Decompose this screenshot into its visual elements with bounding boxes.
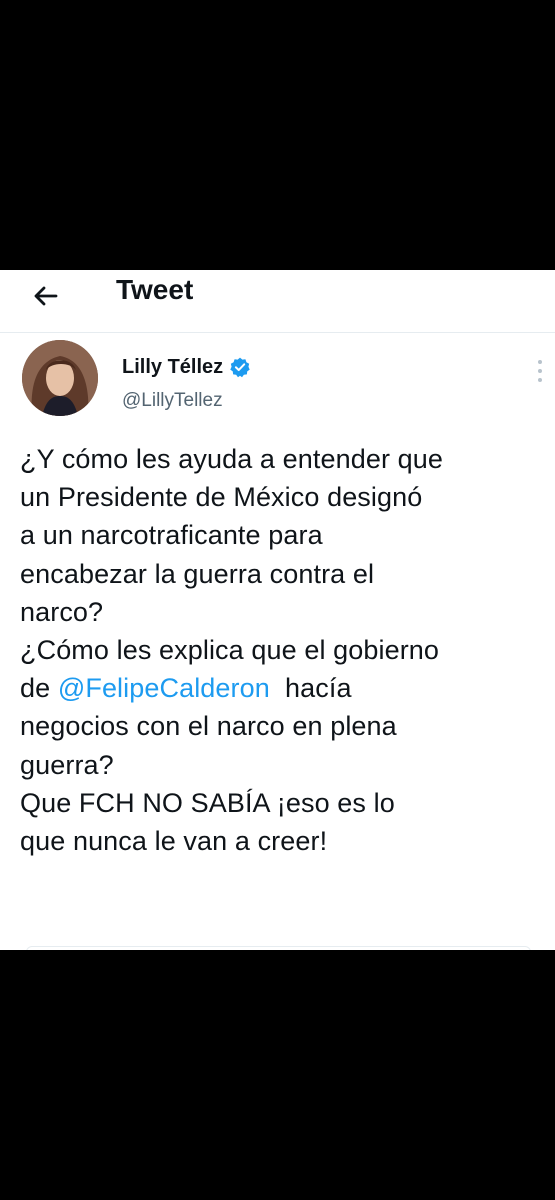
- tweet-text-line: Que FCH NO SABÍA ¡eso es lo: [20, 787, 395, 818]
- tweet-text-line: ¿Cómo les explica que el gobierno: [20, 634, 440, 665]
- text-suffix: hacía: [269, 673, 352, 704]
- tweet-text-line: guerra?: [20, 749, 114, 780]
- author-handle[interactable]: @LillyTellez: [122, 390, 223, 412]
- tweet-text-line: narco?: [20, 596, 104, 627]
- tweet-text: ¿Y cómo les ayuda a entender que un Pres…: [20, 440, 555, 860]
- tweet-text-line: encabezar la guerra contra el: [20, 558, 375, 589]
- arrow-left-icon: [34, 286, 58, 306]
- verified-badge-icon: [230, 357, 250, 378]
- tweet-detail-screen: Tweet Lilly Téllez @LillyTellez ¿Y cómo …: [0, 270, 555, 950]
- top-header: Tweet: [0, 270, 555, 333]
- author-name[interactable]: Lilly Téllez: [122, 356, 223, 379]
- more-options-button[interactable]: [534, 356, 546, 386]
- tweet-text-line: que nunca le van a creer!: [20, 825, 328, 856]
- tweet-text-line: negocios con el narco en plena: [20, 711, 397, 742]
- quoted-card-edge: [26, 946, 531, 950]
- more-vertical-icon: [538, 360, 542, 382]
- tweet-text-line-mention: de @FelipeCalderon hacía: [20, 669, 555, 707]
- text-prefix: de: [20, 673, 58, 704]
- back-button[interactable]: [26, 276, 66, 316]
- tweet-text-line: a un narcotraficante para: [20, 520, 323, 551]
- mention-link[interactable]: @FelipeCalderon: [58, 673, 270, 703]
- author-photo: [22, 340, 98, 416]
- avatar[interactable]: [22, 340, 98, 416]
- tweet-text-line: ¿Y cómo les ayuda a entender que: [20, 444, 443, 474]
- author-name-row: Lilly Téllez: [122, 354, 251, 380]
- page-title: Tweet: [116, 274, 194, 305]
- tweet-text-line: un Presidente de México designó: [20, 482, 423, 513]
